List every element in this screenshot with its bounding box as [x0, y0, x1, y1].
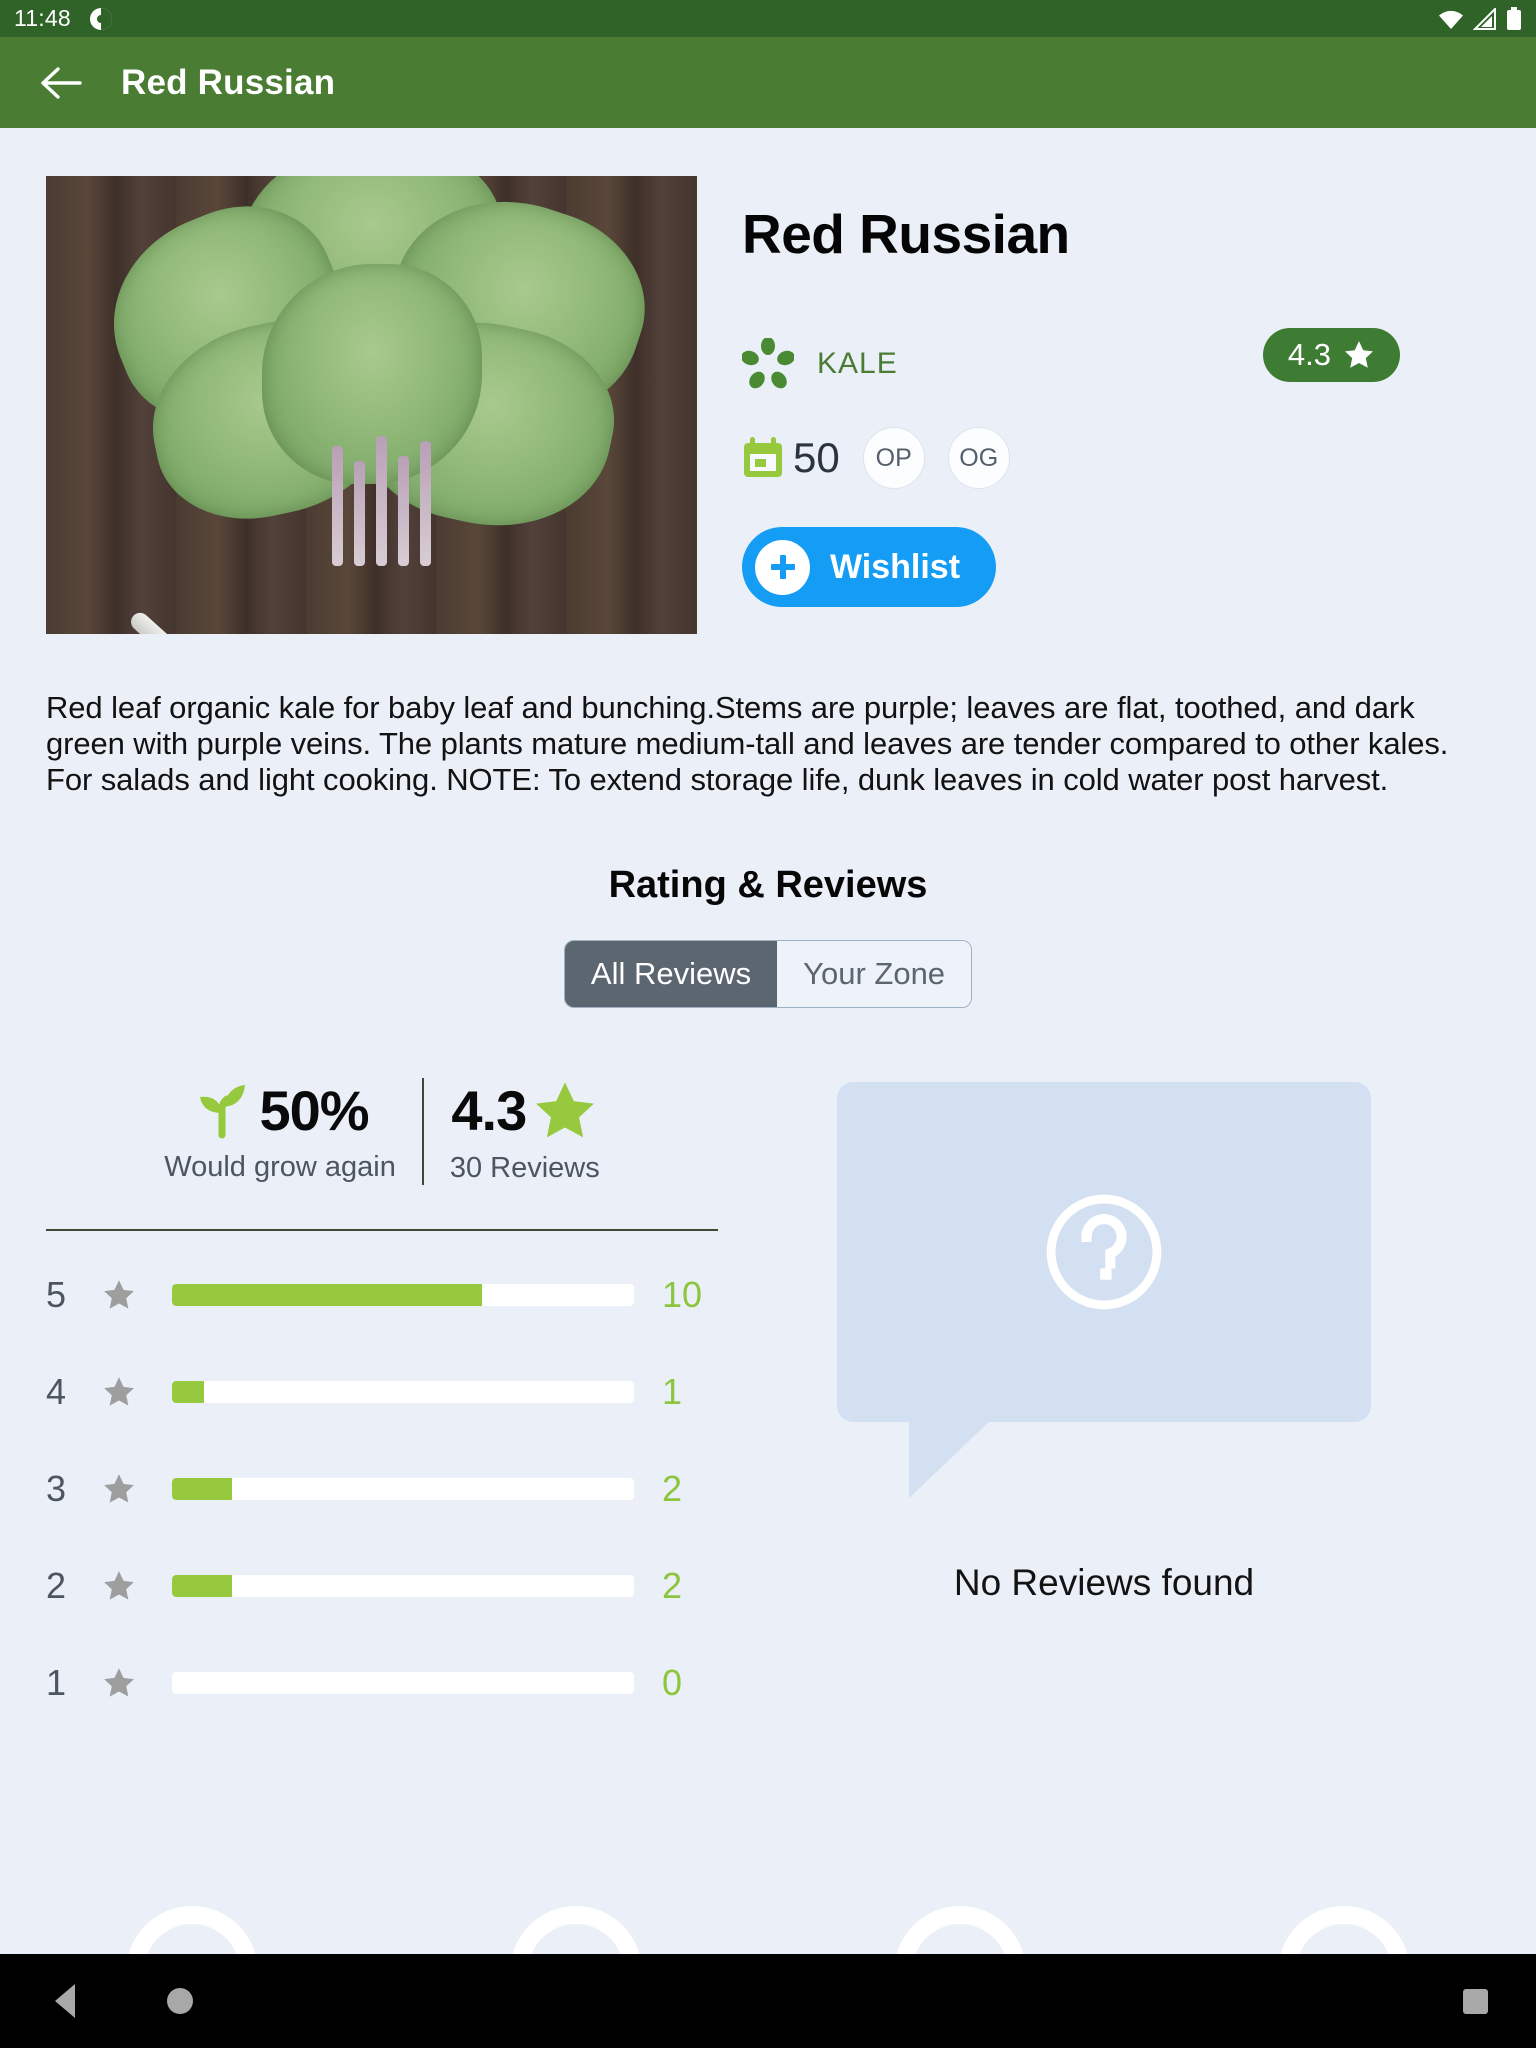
product-info: Red Russian KALE 4.3 50 OP OG Wishlist: [697, 176, 1490, 634]
category-label: KALE: [817, 347, 898, 380]
status-right-icons: [1438, 6, 1522, 31]
wishlist-label: Wishlist: [830, 547, 961, 586]
bar-star-label: 4: [46, 1370, 67, 1412]
bar-star-label: 3: [46, 1467, 67, 1509]
reviews-stats-area: 50% Would grow again 4.3 30 Reviews 5 10…: [0, 1077, 1536, 1752]
stats-horizontal-divider: [46, 1228, 718, 1231]
back-button[interactable]: [32, 55, 88, 111]
bar-star-label: 2: [46, 1564, 67, 1606]
nav-home-icon[interactable]: [167, 1988, 193, 2014]
rating-badge: 4.3: [1262, 328, 1400, 382]
product-image[interactable]: [46, 176, 697, 634]
product-title: Red Russian: [742, 203, 1070, 265]
app-bar-title: Red Russian: [121, 62, 336, 102]
status-notification-area: [89, 7, 113, 31]
app-screen: 11:48 Red Russian Red Russian KALE 4.3 5…: [0, 0, 1536, 2048]
sprout-icon: [200, 1085, 246, 1139]
bar-count: 2: [662, 1564, 683, 1606]
star-icon: [104, 1280, 134, 1309]
nav-recent-icon[interactable]: [1463, 1988, 1488, 2014]
grow-again-stat: 50% Would grow again: [164, 1078, 396, 1184]
bar-count: 2: [662, 1467, 683, 1509]
android-nav-bar: [0, 1954, 1536, 2048]
progress-ring: [98, 1906, 286, 1954]
tag-og[interactable]: OG: [947, 427, 1010, 489]
table-row: 5 10: [46, 1267, 718, 1323]
plus-circle-icon: [755, 539, 810, 595]
product-hero: Red Russian KALE 4.3 50 OP OG Wishlist: [0, 128, 1536, 634]
bar-track: [172, 1671, 634, 1694]
table-row: 3 2: [46, 1461, 718, 1517]
cell-signal-icon: [1473, 7, 1496, 30]
rating-badge-value: 4.3: [1287, 337, 1331, 372]
bar-fill: [172, 1283, 482, 1306]
table-row: 4 1: [46, 1364, 718, 1420]
reviews-tabs: All Reviews Your Zone: [0, 939, 1536, 1008]
days-to-maturity: 50: [793, 434, 840, 481]
status-time: 11:48: [14, 5, 71, 31]
bar-count: 0: [662, 1661, 683, 1703]
scroll-content[interactable]: Red Russian KALE 4.3 50 OP OG Wishlist R…: [0, 128, 1536, 1954]
speech-bubble: [837, 1081, 1371, 1498]
bar-track: [172, 1283, 634, 1306]
maturity-row: 50 OP OG: [742, 427, 1490, 489]
kale-leaves: [82, 176, 668, 574]
table-row: 1 0: [46, 1655, 718, 1711]
average-rating-value: 4.3: [451, 1079, 527, 1143]
wifi-icon: [1439, 10, 1463, 29]
rating-distribution-chart: 5 10 4 1 3 2 2 2 1 0: [46, 1267, 718, 1711]
back-arrow-icon: [41, 66, 82, 99]
star-icon: [1345, 341, 1373, 368]
bar-count: 10: [662, 1273, 703, 1315]
bar-track: [172, 1380, 634, 1403]
average-rating-stat: 4.3 30 Reviews: [450, 1078, 600, 1185]
bar-star-label: 1: [46, 1661, 67, 1703]
tab-all-reviews[interactable]: All Reviews: [564, 940, 778, 1007]
table-row: 2 2: [46, 1558, 718, 1614]
star-icon: [104, 1474, 134, 1503]
reviews-empty-state: No Reviews found: [718, 1078, 1490, 1752]
bar-star-label: 5: [46, 1273, 67, 1315]
progress-rings-row: [0, 1906, 1536, 1954]
star-icon: [104, 1571, 134, 1600]
no-reviews-message: No Reviews found: [953, 1561, 1255, 1603]
bar-fill: [172, 1574, 233, 1597]
tag-op[interactable]: OP: [862, 427, 925, 489]
flower-icon: [742, 338, 794, 389]
nav-back-icon[interactable]: [55, 1984, 75, 2018]
category-row: KALE 4.3: [742, 328, 1490, 390]
star-icon: [536, 1082, 595, 1138]
app-notification-icon: [89, 7, 112, 30]
bar-track: [172, 1477, 634, 1500]
tab-your-zone[interactable]: Your Zone: [777, 940, 972, 1007]
grow-again-label: Would grow again: [164, 1150, 396, 1183]
progress-ring: [482, 1906, 670, 1954]
battery-icon: [1507, 6, 1521, 30]
product-description: Red leaf organic kale for baby leaf and …: [46, 690, 1449, 797]
ratings-summary: 50% Would grow again 4.3 30 Reviews 5 10…: [46, 1077, 718, 1752]
stats-vertical-divider: [421, 1077, 424, 1185]
reviews-section-title: Rating & Reviews: [608, 863, 928, 906]
calendar-icon: [744, 437, 782, 477]
summary-metrics: 50% Would grow again 4.3 30 Reviews: [46, 1077, 718, 1185]
question-mark-icon: [1046, 1194, 1162, 1310]
reviews-count-label: 30 Reviews: [449, 1151, 600, 1184]
progress-ring: [866, 1906, 1054, 1954]
app-bar: Red Russian: [0, 37, 1536, 128]
status-bar: 11:48: [0, 0, 1536, 37]
bar-fill: [172, 1380, 205, 1403]
bar-fill: [172, 1477, 233, 1500]
star-icon: [104, 1377, 134, 1406]
bar-track: [172, 1574, 634, 1597]
progress-ring: [1250, 1906, 1438, 1954]
bar-count: 1: [662, 1370, 683, 1412]
star-icon: [104, 1668, 134, 1697]
wishlist-button[interactable]: Wishlist: [742, 527, 997, 607]
grow-again-percent: 50%: [259, 1078, 369, 1142]
